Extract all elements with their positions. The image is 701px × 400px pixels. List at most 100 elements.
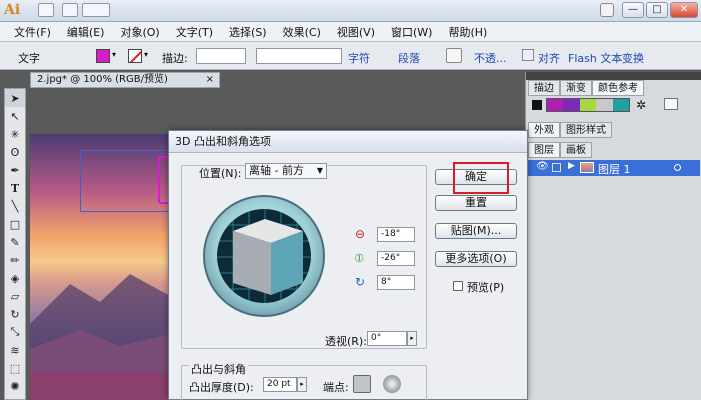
pencil-tool-icon[interactable]: ✏ bbox=[5, 251, 25, 269]
layer-row[interactable]: 👁 ▶ 图层 1 bbox=[528, 160, 700, 176]
fill-dropdown-icon[interactable]: ▾ bbox=[112, 50, 116, 59]
tab-graphic-styles[interactable]: 图形样式 bbox=[560, 122, 612, 138]
tab-appearance[interactable]: 外观 bbox=[528, 122, 560, 138]
direct-selection-tool-icon[interactable]: ↖ bbox=[5, 107, 25, 125]
cap-off-icon[interactable] bbox=[383, 375, 401, 393]
dialog-title: 3D 凸出和斜角选项 bbox=[169, 131, 527, 153]
menu-window[interactable]: 窗口(W) bbox=[383, 24, 440, 40]
menu-help[interactable]: 帮助(H) bbox=[440, 24, 495, 40]
selection-tool-icon[interactable]: ➤ bbox=[5, 89, 25, 107]
harmony-swatch[interactable] bbox=[547, 99, 564, 111]
cube-preview bbox=[233, 219, 303, 295]
free-transform-tool-icon[interactable]: ⬚ bbox=[5, 359, 25, 377]
perspective-field[interactable]: 0° bbox=[367, 331, 407, 346]
align-link[interactable]: 对齐 bbox=[538, 50, 560, 66]
rotate-y-field[interactable]: -26° bbox=[377, 251, 415, 266]
menu-edit[interactable]: 编辑(E) bbox=[59, 24, 113, 40]
workspace-switcher-icon[interactable] bbox=[82, 3, 110, 17]
lasso-tool-icon[interactable]: ʘ bbox=[5, 143, 25, 161]
search-icon[interactable] bbox=[600, 3, 614, 17]
magic-wand-tool-icon[interactable]: ✳ bbox=[5, 125, 25, 143]
flash-text-link[interactable]: Flash 文本 bbox=[568, 50, 622, 66]
color-harmony-gear-icon[interactable]: ✲ bbox=[636, 98, 652, 112]
type-tool-icon[interactable]: T bbox=[5, 179, 25, 197]
bridge-icon[interactable] bbox=[38, 3, 54, 17]
layer-target-icon[interactable] bbox=[674, 164, 681, 171]
recolor-icon[interactable] bbox=[446, 48, 462, 63]
extrude-group-label: 凸出与斜角 bbox=[189, 361, 248, 377]
layers-tabs: 图层 画板 bbox=[528, 142, 592, 158]
more-options-button[interactable]: 更多选项(O) bbox=[435, 251, 517, 267]
document-tab[interactable]: 2.jpg* @ 100% (RGB/预览) × bbox=[30, 72, 220, 88]
save-color-group-icon[interactable] bbox=[664, 98, 678, 110]
harmony-swatch[interactable] bbox=[596, 99, 613, 111]
tab-stroke[interactable]: 描边 bbox=[528, 80, 560, 96]
cap-on-icon[interactable] bbox=[353, 375, 371, 393]
menu-file[interactable]: 文件(F) bbox=[6, 24, 59, 40]
perspective-stepper[interactable]: ▸ bbox=[407, 331, 417, 346]
position-select[interactable]: 离轴 - 前方 ▼ bbox=[245, 163, 327, 179]
app-logo: Ai bbox=[4, 2, 21, 18]
maximize-button[interactable]: □ bbox=[646, 2, 668, 18]
layer-thumbnail bbox=[580, 162, 594, 173]
close-tab-icon[interactable]: × bbox=[206, 73, 214, 87]
menu-view[interactable]: 视图(V) bbox=[329, 24, 383, 40]
opacity-link[interactable]: 不透... bbox=[474, 50, 507, 66]
tab-layers[interactable]: 图层 bbox=[528, 142, 560, 158]
harmony-swatch[interactable] bbox=[579, 99, 597, 111]
menu-object[interactable]: 对象(O) bbox=[112, 24, 167, 40]
reset-button[interactable]: 重置 bbox=[435, 195, 517, 211]
stroke-swatch[interactable] bbox=[128, 49, 142, 63]
harmony-color-strip[interactable] bbox=[546, 98, 630, 112]
character-link[interactable]: 字符 bbox=[348, 50, 370, 66]
depth-stepper[interactable]: ▸ bbox=[297, 377, 307, 392]
tab-artboards[interactable]: 画板 bbox=[560, 142, 592, 158]
panel-dock-header bbox=[526, 72, 701, 80]
warp-tool-icon[interactable]: ≋ bbox=[5, 341, 25, 359]
pasteboard bbox=[30, 88, 525, 134]
menu-effect[interactable]: 效果(C) bbox=[275, 24, 329, 40]
arrange-icon[interactable] bbox=[62, 3, 78, 17]
rotate-x-field[interactable]: -18° bbox=[377, 227, 415, 242]
color-guide-tabs: 描边 渐变 颜色参考 bbox=[528, 80, 644, 96]
transform-link[interactable]: 变换 bbox=[622, 50, 644, 66]
lock-toggle-icon[interactable] bbox=[552, 163, 561, 172]
paintbrush-tool-icon[interactable]: ✎ bbox=[5, 233, 25, 251]
pen-tool-icon[interactable]: ✒ bbox=[5, 161, 25, 179]
stroke-weight-field[interactable] bbox=[196, 48, 246, 64]
map-art-button[interactable]: 贴图(M)... bbox=[435, 223, 517, 239]
symbol-sprayer-tool-icon[interactable]: ✺ bbox=[5, 377, 25, 395]
font-family-field[interactable] bbox=[256, 48, 342, 64]
close-button[interactable]: ✕ bbox=[670, 2, 698, 18]
eraser-tool-icon[interactable]: ▱ bbox=[5, 287, 25, 305]
visibility-eye-icon[interactable]: 👁 bbox=[536, 161, 549, 172]
preview-checkbox[interactable] bbox=[453, 281, 463, 291]
rectangle-tool-icon[interactable]: □ bbox=[5, 215, 25, 233]
harmony-swatch[interactable] bbox=[612, 99, 630, 111]
line-tool-icon[interactable]: ╲ bbox=[5, 197, 25, 215]
track-cube-sphere[interactable] bbox=[203, 195, 325, 317]
menu-select[interactable]: 选择(S) bbox=[221, 24, 275, 40]
menu-type[interactable]: 文字(T) bbox=[168, 24, 221, 40]
tab-color-guide[interactable]: 颜色参考 bbox=[592, 80, 644, 96]
paragraph-link[interactable]: 段落 bbox=[398, 50, 420, 66]
minimize-button[interactable]: — bbox=[622, 2, 644, 18]
stroke-label: 描边: bbox=[162, 52, 188, 65]
blob-brush-tool-icon[interactable]: ◈ bbox=[5, 269, 25, 287]
tab-gradient[interactable]: 渐变 bbox=[560, 80, 592, 96]
depth-label: 凸出厚度(D): bbox=[189, 381, 254, 394]
base-color-swatch[interactable] bbox=[532, 100, 542, 110]
position-label: 位置(N): bbox=[199, 167, 242, 180]
fill-swatch[interactable] bbox=[96, 49, 110, 63]
scale-tool-icon[interactable]: ⤡ bbox=[5, 323, 25, 341]
appearance-tabs: 外观 图形样式 bbox=[528, 122, 612, 138]
depth-field[interactable]: 20 pt bbox=[263, 377, 297, 392]
preview-label: 预览(P) bbox=[467, 281, 505, 294]
rotate-z-field[interactable]: 8° bbox=[377, 275, 415, 290]
harmony-swatch[interactable] bbox=[563, 99, 580, 111]
tool-label: 文字 bbox=[18, 52, 40, 65]
stroke-dropdown-icon[interactable]: ▾ bbox=[144, 50, 148, 59]
expand-layer-icon[interactable]: ▶ bbox=[568, 161, 575, 171]
rotate-tool-icon[interactable]: ↻ bbox=[5, 305, 25, 323]
align-icon[interactable] bbox=[522, 49, 534, 61]
